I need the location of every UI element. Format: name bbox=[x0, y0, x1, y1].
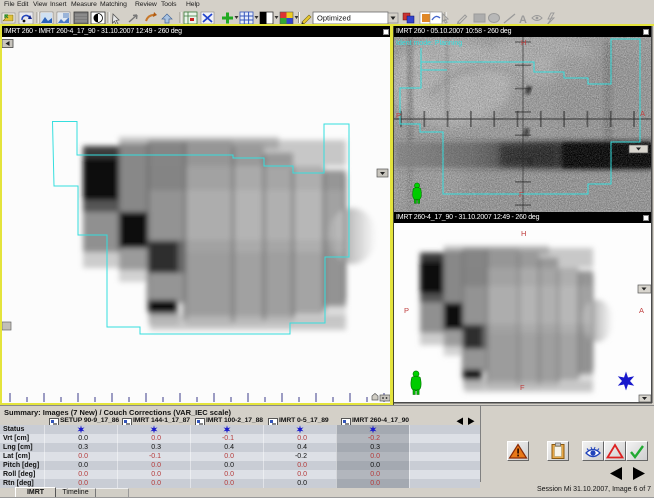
svg-text:A: A bbox=[640, 109, 645, 118]
svg-text:F: F bbox=[519, 190, 524, 199]
svg-text:P: P bbox=[404, 306, 409, 315]
svg-text:H: H bbox=[521, 229, 526, 238]
svg-text:H: H bbox=[521, 38, 526, 47]
svg-text:Optimized: Optimized bbox=[317, 14, 351, 23]
svg-text:A: A bbox=[639, 306, 644, 315]
svg-text:Ident mode: Planning: Ident mode: Planning bbox=[396, 40, 462, 47]
svg-text:F: F bbox=[520, 383, 525, 392]
svg-text:P: P bbox=[396, 111, 401, 120]
